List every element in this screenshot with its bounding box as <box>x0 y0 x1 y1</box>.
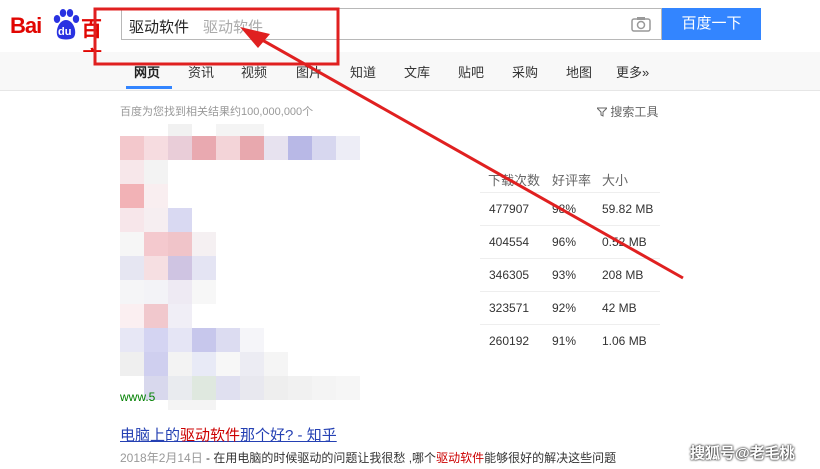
col-size: 大小 <box>602 173 629 188</box>
downloads-cell: 323571 <box>489 301 530 315</box>
result-title-highlight: 驱动软件 <box>180 427 241 444</box>
result-date: 2018年2月14日 <box>120 451 203 465</box>
size-cell: 1.06 MB <box>602 334 647 348</box>
tab-zhidao[interactable]: 知道 <box>350 62 376 81</box>
camera-icon[interactable] <box>631 16 651 32</box>
col-rating: 好评率 <box>552 173 592 188</box>
rating-cell: 96% <box>552 235 577 249</box>
snippet-suffix: 能够很好的解决这些问题 <box>484 451 617 465</box>
filter-icon <box>595 107 609 117</box>
size-cell: 59.82 MB <box>602 202 654 216</box>
search-suggestion-text: 驱动软件 <box>203 19 264 36</box>
tab-images[interactable]: 图片 <box>296 62 322 81</box>
downloads-cell: 404554 <box>489 235 530 249</box>
table-row[interactable]: 346305 93% 208 MB <box>480 258 660 291</box>
tab-news[interactable]: 资讯 <box>188 62 214 81</box>
logo-du-text: du <box>58 26 72 38</box>
result-count: 百度为您找到相关结果约100,000,000个 <box>120 106 314 118</box>
table-row[interactable]: 260192 91% 1.06 MB <box>480 324 660 357</box>
active-tab-indicator <box>126 86 172 89</box>
table-row[interactable]: 477907 98% 59.82 MB <box>480 192 660 225</box>
size-cell: 208 MB <box>602 268 644 282</box>
rating-cell: 92% <box>552 301 577 315</box>
rating-cell: 93% <box>552 268 577 282</box>
search-tools-button[interactable]: 搜索工具 <box>595 103 659 120</box>
table-row[interactable]: 323571 92% 42 MB <box>480 291 660 324</box>
result-title-link[interactable]: 电脑上的驱动软件那个好? - 知乎 <box>120 424 337 445</box>
tab-caigou[interactable]: 采购 <box>512 62 538 81</box>
search-tools-label: 搜索工具 <box>610 105 659 119</box>
col-downloads: 下载次数 <box>488 173 541 188</box>
rating-cell: 98% <box>552 202 577 216</box>
search-input[interactable]: 驱动软件 驱动软件 <box>121 8 662 40</box>
tab-wenku[interactable]: 文库 <box>404 62 430 81</box>
downloads-cell: 477907 <box>489 202 530 216</box>
search-button[interactable]: 百度一下 <box>662 8 761 40</box>
tab-more[interactable]: 更多» <box>616 62 649 81</box>
size-cell: 0.52 MB <box>602 235 647 249</box>
tab-map[interactable]: 地图 <box>566 62 592 81</box>
tab-video[interactable]: 视频 <box>241 62 267 81</box>
result-url[interactable]: www.5 <box>120 390 155 404</box>
rating-cell: 91% <box>552 334 577 348</box>
tab-web[interactable]: 网页 <box>134 62 160 81</box>
censored-content <box>120 124 360 410</box>
size-cell: 42 MB <box>602 301 637 315</box>
header: Bai du 百度 驱动软件 驱动软件 百度一下 <box>0 0 820 71</box>
search-query-text[interactable]: 驱动软件 <box>129 16 189 37</box>
result-title-suffix: 那个好? - 知乎 <box>240 427 337 444</box>
downloads-cell: 346305 <box>489 268 530 282</box>
table-row[interactable]: 404554 96% 0.52 MB <box>480 225 660 258</box>
snippet-prefix: - 在用电脑的时候驱动的问题让我很愁 ,哪个 <box>202 451 437 465</box>
nav-tabs: 网页 资讯 视频 图片 知道 文库 贴吧 采购 地图 更多» <box>0 52 820 91</box>
snippet-highlight: 驱动软件 <box>436 451 485 465</box>
result-snippet: 2018年2月14日 - 在用电脑的时候驱动的问题让我很愁 ,哪个驱动软件能够很… <box>120 449 616 466</box>
logo-bai-text: Bai <box>10 13 42 38</box>
watermark: 搜狐号@老毛桃 <box>690 445 795 462</box>
downloads-cell: 260192 <box>489 334 530 348</box>
tab-tieba[interactable]: 贴吧 <box>458 62 484 81</box>
baidu-logo[interactable]: Bai du 百度 <box>8 6 108 71</box>
result-title-prefix: 电脑上的 <box>120 427 181 444</box>
